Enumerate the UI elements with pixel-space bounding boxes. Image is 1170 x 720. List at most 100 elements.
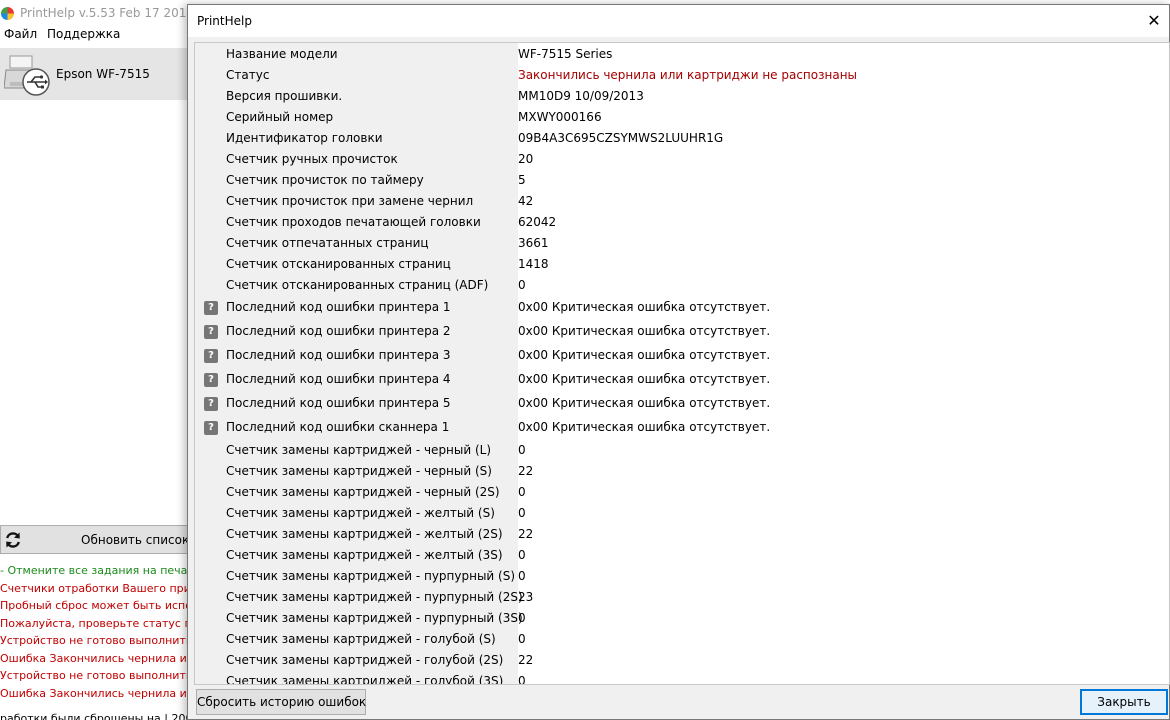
status-note: работки были сброшены на | 200 0 [0, 712, 203, 720]
info-value: 1418 [518, 257, 549, 271]
close-button[interactable]: Закрыть [1080, 689, 1168, 715]
info-label: Счетчик замены картриджей - черный (S) [226, 464, 492, 478]
log-line: Пожалуйста, проверьте статус прин [0, 616, 190, 630]
info-value: 20 [518, 152, 534, 166]
log-list: - Отмените все задания на печать и Счетчи… [0, 562, 190, 712]
info-label: Счетчик замены картриджей - желтый (3S) [226, 548, 503, 562]
clear-error-history-button[interactable]: Сбросить историю ошибок [196, 689, 366, 715]
info-row: Счетчик замены картриджей - голубой (2S)… [195, 649, 1169, 670]
info-label: Счетчик замены картриджей - желтый (S) [226, 506, 495, 520]
info-row: Счетчик замены картриджей - голубой (S) 0 [195, 628, 1169, 649]
refresh-icon [6, 532, 20, 548]
log-line: Счетчики отработки Вашего принт [0, 581, 190, 595]
info-row: Счетчик замены картриджей - желтый (3S) 0 [195, 544, 1169, 565]
info-label: Счетчик проходов печатающей головки [226, 215, 481, 229]
refresh-printer-list-button[interactable]: Обновить список п [0, 525, 201, 554]
info-value: 0 [518, 611, 526, 625]
info-row: ? Последний код ошибки сканнера 1 0x00 Кри… [195, 415, 1169, 439]
info-label: Счетчик ручных прочисток [226, 152, 398, 166]
info-value: 0x00 Критическая ошибка отсутствует. [518, 396, 771, 410]
info-row: Счетчик прочисток при замене чернил 42 [195, 190, 1169, 211]
log-line: Устройство не готово выполнить д [0, 669, 190, 682]
app-logo-icon [1, 7, 14, 20]
info-label: Название модели [226, 47, 338, 61]
info-label: Счетчик замены картриджей - черный (L) [226, 443, 492, 457]
info-row: Счетчик замены картриджей - черный (2S) 0 [195, 481, 1169, 502]
log-line: Устройство не готово выполнить д [0, 634, 190, 647]
info-rows: Название модели WF-7515 Series Статус Закон… [195, 43, 1169, 684]
help-icon[interactable]: ? [204, 301, 218, 315]
info-row: Версия прошивки. MM10D9 10/09/2013 [195, 85, 1169, 106]
info-value: 0 [518, 506, 526, 520]
main-window-title: PrintHelp v.5.53 Feb 17 2019 [20, 6, 194, 20]
info-value: 0 [518, 485, 526, 499]
info-row: Счетчик замены картриджей - пурпурный (2… [195, 586, 1169, 607]
menu-file[interactable]: Файл [4, 27, 37, 41]
info-value: 0x00 Критическая ошибка отсутствует. [518, 420, 771, 434]
info-value: 0x00 Критическая ошибка отсутствует. [518, 348, 771, 362]
status-value: Закончились чернила или картриджи не рас… [518, 68, 858, 82]
info-value: 0 [518, 548, 526, 562]
info-label: Последний код ошибки принтера 2 [226, 324, 451, 338]
info-label: Версия прошивки. [226, 89, 343, 103]
info-value: MM10D9 10/09/2013 [518, 89, 644, 103]
log-line: - Отмените все задания на печать и [0, 564, 190, 577]
info-row: Счетчик прочисток по таймеру 5 [195, 169, 1169, 190]
info-row: Статус Закончились чернила или картриджи … [195, 64, 1169, 85]
info-label: Счетчик замены картриджей - пурпурный (2… [226, 590, 523, 604]
info-label: Последний код ошибки принтера 5 [226, 396, 451, 410]
info-label: Счетчик замены картриджей - пурпурный (3… [226, 611, 523, 625]
info-row: Счетчик проходов печатающей головки 62042 [195, 211, 1169, 232]
info-label: Счетчик замены картриджей - голубой (2S) [226, 653, 504, 667]
dialog-titlebar: PrintHelp ✕ [188, 5, 1169, 37]
log-line: Пробный сброс может быть испол [0, 599, 190, 612]
info-label: Счетчик отпечатанных страниц [226, 236, 429, 250]
info-row: ? Последний код ошибки принтера 4 0x00 Кри… [195, 367, 1169, 391]
info-label: Счетчик замены картриджей - голубой (S) [226, 632, 496, 646]
info-label: Счетчик замены картриджей - желтый (2S) [226, 527, 503, 541]
info-value: 0 [518, 632, 526, 646]
info-row: Счетчик замены картриджей - черный (S) 22 [195, 460, 1169, 481]
menu-support[interactable]: Поддержка [47, 27, 120, 41]
info-value: 22 [518, 464, 534, 478]
help-icon[interactable]: ? [204, 397, 218, 411]
info-row: Счетчик замены картриджей - желтый (S) 0 [195, 502, 1169, 523]
info-label: Счетчик замены картриджей - черный (2S) [226, 485, 500, 499]
printhelp-dialog: PrintHelp ✕ Название модели WF-7515 Serie… [187, 4, 1170, 720]
info-row: ? Последний код ошибки принтера 3 0x00 Кри… [195, 343, 1169, 367]
help-icon[interactable]: ? [204, 421, 218, 435]
info-value: 0 [518, 443, 526, 457]
close-icon[interactable]: ✕ [1143, 10, 1165, 32]
info-row: Название модели WF-7515 Series [195, 43, 1169, 64]
log-line: Ошибка Закончились чернила или [0, 651, 190, 665]
info-value: 0x00 Критическая ошибка отсутствует. [518, 324, 771, 338]
info-value: 09B4A3C695CZSYMWS2LUUHR1G [518, 131, 724, 145]
info-value: 0 [518, 278, 526, 292]
info-label: Последний код ошибки принтера 1 [226, 300, 451, 314]
printer-name: Epson WF-7515 [56, 67, 150, 81]
info-row: Серийный номер MXWY000166 [195, 106, 1169, 127]
info-row: Счетчик отсканированных страниц 1418 [195, 253, 1169, 274]
info-row: Счетчик ручных прочисток 20 [195, 148, 1169, 169]
refresh-button-label: Обновить список п [81, 533, 201, 547]
info-row: Счетчик замены картриджей - желтый (2S) 2… [195, 523, 1169, 544]
printer-list-item[interactable]: Epson WF-7515 [0, 48, 190, 100]
log-line: Ошибка Закончились чернила или [0, 686, 190, 700]
info-label: Идентификатор головки [226, 131, 383, 145]
info-label: Последний код ошибки принтера 4 [226, 372, 451, 386]
help-icon[interactable]: ? [204, 325, 218, 339]
info-value: 3661 [518, 236, 549, 250]
info-value: 42 [518, 194, 534, 208]
info-row: ? Последний код ошибки принтера 1 0x00 Кри… [195, 295, 1169, 319]
info-row: Счетчик замены картриджей - голубой (3S)… [195, 670, 1169, 684]
info-label: Последний код ошибки принтера 3 [226, 348, 451, 362]
info-row: ? Последний код ошибки принтера 2 0x00 Кри… [195, 319, 1169, 343]
dialog-title: PrintHelp [197, 14, 252, 28]
help-icon[interactable]: ? [204, 349, 218, 363]
printer-info-panel: Название модели WF-7515 Series Статус Закон… [194, 42, 1170, 685]
help-icon[interactable]: ? [204, 373, 218, 387]
info-row: Счетчик замены картриджей - пурпурный (S… [195, 565, 1169, 586]
info-label: Последний код ошибки сканнера 1 [226, 420, 450, 434]
info-value: 0x00 Критическая ошибка отсутствует. [518, 300, 771, 314]
info-label: Счетчик замены картриджей - пурпурный (S… [226, 569, 516, 583]
